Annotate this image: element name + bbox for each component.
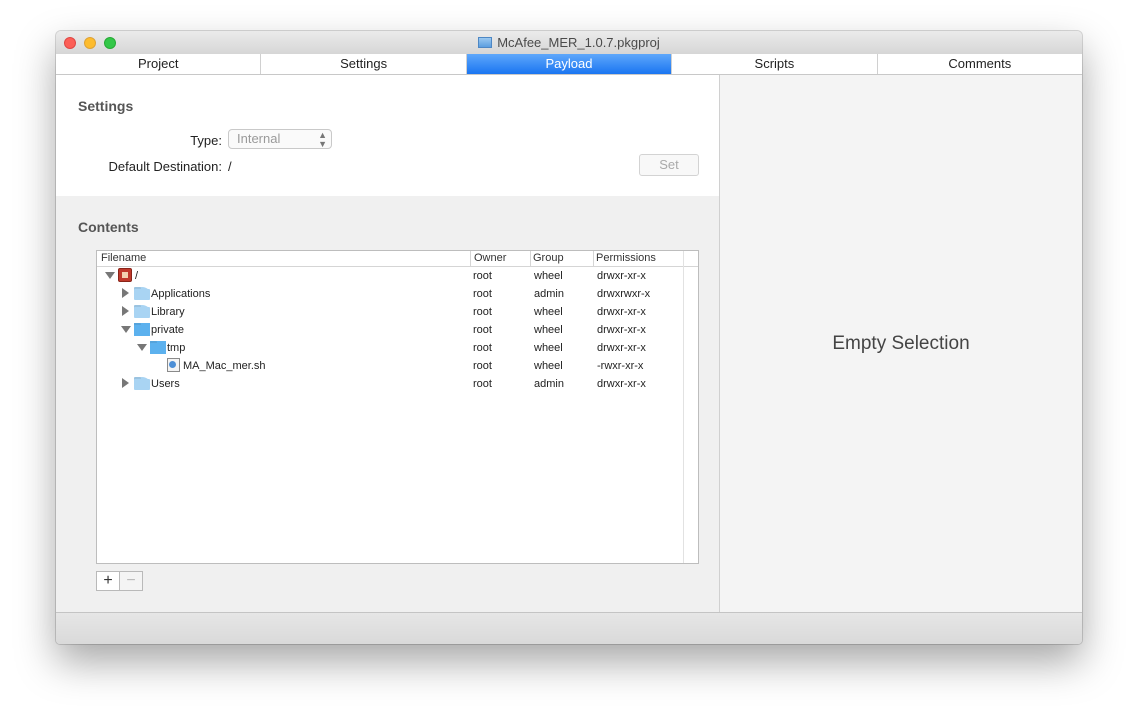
title-bar[interactable]: McAfee_MER_1.0.7.pkgproj (56, 31, 1082, 55)
row-group: wheel (534, 306, 563, 318)
column-separator (593, 251, 594, 266)
type-popup[interactable]: Internal ▲ ▼ (228, 129, 332, 149)
row-owner: root (473, 306, 492, 318)
column-header-filename[interactable]: Filename (101, 252, 146, 265)
row-permissions: drwxr-xr-x (597, 378, 646, 390)
window-title-text: McAfee_MER_1.0.7.pkgproj (497, 35, 660, 50)
column-separator (530, 251, 531, 266)
column-header-group[interactable]: Group (533, 252, 564, 265)
row-permissions: drwxr-xr-x (597, 342, 646, 354)
disclosure-expanded-icon[interactable] (121, 326, 131, 333)
row-permissions: -rwxr-xr-x (597, 360, 644, 372)
row-permissions: drwxrwxr-x (597, 288, 651, 300)
project-document-icon (478, 37, 493, 48)
empty-selection-text: Empty Selection (832, 333, 970, 354)
column-header-permissions[interactable]: Permissions (596, 252, 656, 265)
row-filename: MA_Mac_mer.sh (183, 360, 266, 372)
row-permissions: drwxr-xr-x (597, 324, 646, 336)
row-permissions: drwxr-xr-x (597, 270, 646, 282)
column-header-owner[interactable]: Owner (474, 252, 506, 265)
tab-comments[interactable]: Comments (878, 54, 1082, 74)
script-file-icon (167, 358, 180, 372)
contents-title: Contents (78, 219, 139, 235)
settings-title: Settings (78, 98, 134, 114)
window-title: McAfee_MER_1.0.7.pkgproj (56, 35, 1082, 50)
row-owner: root (473, 270, 492, 282)
folder-icon (134, 305, 150, 318)
set-button[interactable]: Set (639, 154, 699, 176)
row-owner: root (473, 324, 492, 336)
window: McAfee_MER_1.0.7.pkgproj Project Setting… (56, 31, 1082, 644)
row-filename: Library (151, 306, 185, 318)
row-owner: root (473, 288, 492, 300)
table-row[interactable]: Library root wheel drwxr-xr-x (97, 303, 683, 321)
row-filename: tmp (167, 342, 186, 354)
disclosure-collapsed-icon[interactable] (122, 378, 129, 388)
row-filename: private (151, 324, 185, 336)
table-row[interactable]: tmp root wheel drwxr-xr-x (97, 339, 683, 357)
row-owner: root (473, 378, 492, 390)
tab-settings[interactable]: Settings (261, 54, 467, 74)
tab-project[interactable]: Project (56, 54, 262, 74)
tab-bar: Project Settings Payload Scripts Comment… (56, 54, 1082, 75)
default-destination-value: / (228, 159, 232, 174)
table-row[interactable]: MA_Mac_mer.sh root wheel -rwxr-xr-x (97, 357, 683, 375)
folder-icon (134, 323, 150, 336)
contents-section: Contents Filename Owner Group Permission… (56, 196, 719, 612)
table-header: Filename Owner Group Permissions (97, 251, 698, 267)
row-group: admin (534, 288, 564, 300)
folder-icon (134, 377, 150, 390)
row-filename: Applications (151, 288, 211, 300)
table-row[interactable]: / root wheel drwxr-xr-x (97, 267, 683, 285)
updown-chevron-icon: ▲ ▼ (318, 130, 327, 149)
row-group: wheel (534, 270, 563, 282)
row-owner: root (473, 360, 492, 372)
tab-payload[interactable]: Payload (466, 54, 673, 74)
folder-icon (134, 287, 150, 300)
row-group: wheel (534, 360, 563, 372)
folder-icon (150, 341, 166, 354)
type-popup-value: Internal (237, 131, 281, 146)
table-row[interactable]: Users root admin drwxr-xr-x (97, 375, 683, 393)
bottom-bar (56, 612, 1082, 644)
row-group: wheel (534, 342, 563, 354)
type-label: Type: (190, 133, 222, 148)
row-owner: root (473, 342, 492, 354)
table-row[interactable]: private root wheel drwxr-xr-x (97, 321, 683, 339)
payload-pane: Settings Type: Internal ▲ ▼ Default Desti… (56, 75, 719, 612)
table-row[interactable]: Applications root admin drwxrwxr-x (97, 285, 683, 303)
settings-section: Settings Type: Internal ▲ ▼ Default Desti… (56, 75, 719, 196)
add-item-button[interactable]: + (96, 571, 120, 591)
row-filename: / (135, 270, 139, 282)
disclosure-collapsed-icon[interactable] (122, 288, 129, 298)
volume-icon (118, 268, 132, 282)
row-group: wheel (534, 324, 563, 336)
remove-item-button[interactable]: − (119, 571, 143, 591)
disclosure-expanded-icon[interactable] (137, 344, 147, 351)
row-group: admin (534, 378, 564, 390)
tab-scripts[interactable]: Scripts (672, 54, 878, 74)
row-permissions: drwxr-xr-x (597, 306, 646, 318)
scroll-gutter (683, 251, 684, 563)
row-filename: Users (151, 378, 180, 390)
column-separator (470, 251, 471, 266)
inspector-pane: Empty Selection (719, 75, 1082, 612)
default-destination-label: Default Destination: (108, 159, 222, 174)
disclosure-expanded-icon[interactable] (105, 272, 115, 279)
disclosure-collapsed-icon[interactable] (122, 306, 129, 316)
file-tree-table[interactable]: Filename Owner Group Permissions / root … (96, 250, 699, 564)
